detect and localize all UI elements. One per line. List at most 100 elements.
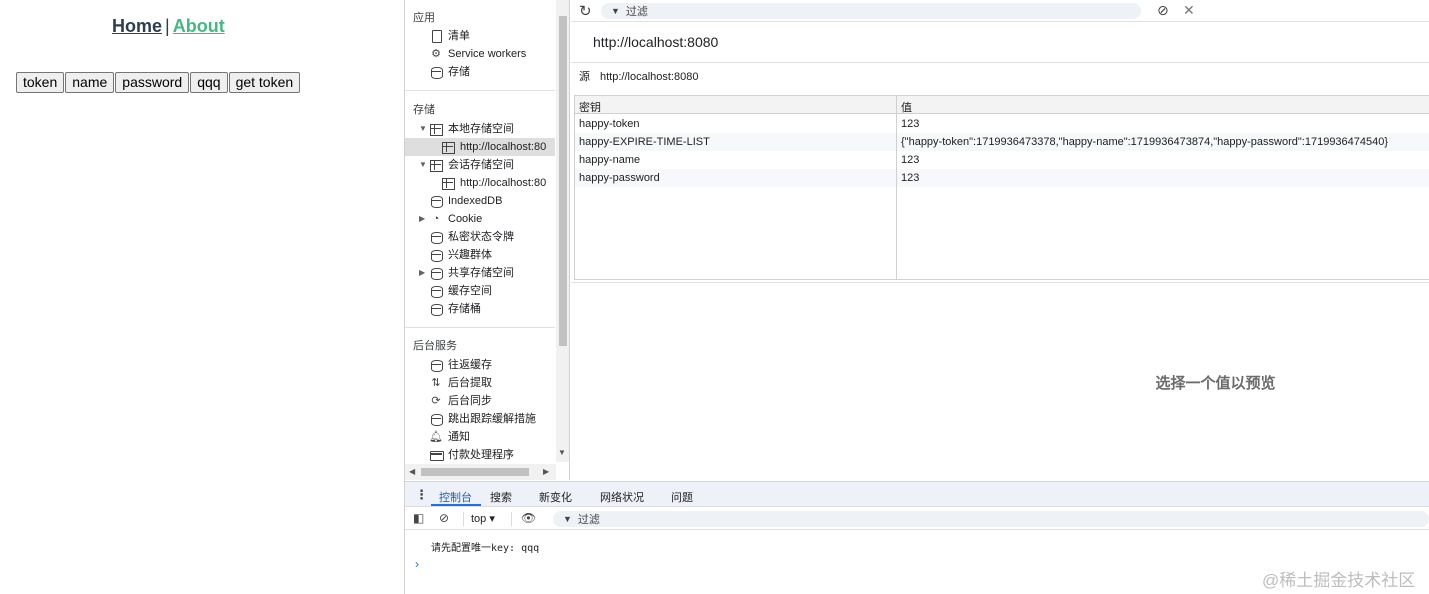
sidebar-item-local-origin[interactable]: http://localhost:80 [405,138,555,156]
tab-network-conditions[interactable]: 网络状况 [600,489,644,505]
table-icon [429,122,443,136]
console-log-message: 请先配置唯一key: qqq [431,543,540,554]
filter-placeholder: 过滤 [625,6,648,18]
bell-icon: 🔔︎ [429,431,443,443]
tab-search[interactable]: 搜索 [490,489,512,505]
eye-icon[interactable]: 👁︎ [521,511,536,525]
sidebar-item-label: 后台提取 [448,377,492,389]
column-header-value[interactable]: 值 [901,99,912,115]
nav-link-about[interactable]: About [173,16,225,36]
expand-down-icon[interactable]: ▼ [419,160,427,169]
database-icon [429,230,443,244]
sidebar-item-notifications[interactable]: 🔔︎ 通知 [429,428,470,446]
scroll-right-arrow-icon[interactable]: ▶ [543,467,549,476]
table-row[interactable]: happy-token 123 [575,115,1429,133]
password-button[interactable]: password [115,72,190,93]
top-nav: Home | About [112,16,225,37]
sidebar-item-service-workers[interactable]: ⚙ Service workers [429,45,526,63]
database-icon [429,266,443,280]
console-prompt[interactable]: › [415,557,419,571]
sidebar-item-payment-handler[interactable]: 付款处理程序 [429,446,514,464]
sidebar-item-background-sync[interactable]: ⟳ 后台同步 [429,392,492,410]
row-value: 123 [901,172,920,184]
table-row[interactable]: happy-name 123 [575,151,1429,169]
sidebar-horizontal-scrollbar[interactable]: ◀ ▶ [405,464,556,480]
origin-label: 源 [579,71,590,83]
active-tab-indicator [431,504,481,506]
sidebar-item-background-fetch[interactable]: ⇅ 后台提取 [429,374,492,392]
database-icon [429,358,443,372]
sidebar-item-label: 清单 [448,30,470,42]
sidebar-item-storage[interactable]: 存储 [429,63,470,81]
sync-icon: ⟳ [431,395,441,407]
filter-input[interactable]: ▼ 过滤 [601,3,1141,19]
context-selector[interactable]: top ▾ [471,512,495,525]
sidebar-item-label: Cookie [448,213,483,225]
expand-down-icon[interactable]: ▼ [419,124,427,133]
tab-console[interactable]: 控制台 [439,489,472,505]
sidebar-item-label: 缓存空间 [448,285,492,297]
sidebar-item-label: 往返缓存 [448,359,492,371]
scroll-left-arrow-icon[interactable]: ◀ [409,467,415,476]
table-row[interactable]: happy-EXPIRE-TIME-LIST {"happy-token":17… [575,133,1429,151]
sidebar-item-session-storage[interactable]: 会话存储空间 [429,156,514,174]
table-icon [441,140,455,154]
sidebar-item-storage-buckets[interactable]: 存储桶 [429,300,481,318]
sidebar-item-cache-storage[interactable]: 缓存空间 [429,282,492,300]
drawer-tab-bar: ⋮ 控制台 搜索 新变化 网络状况 问题 [405,482,1429,507]
divider [571,282,1429,283]
table-row[interactable]: happy-password 123 [575,169,1429,187]
more-options-icon[interactable]: ⋮ [415,487,428,503]
sidebar-item-back-forward-cache[interactable]: 往返缓存 [429,356,492,374]
console-filter-input[interactable]: ▼ 过滤 [553,511,1429,527]
row-value: 123 [901,118,920,130]
sidebar-item-manifest[interactable]: 清单 [429,27,470,45]
sidebar-item-label: IndexedDB [448,195,503,207]
tab-changes[interactable]: 新变化 [539,489,572,505]
filter-icon: ▼ [611,6,620,16]
scrollbar-thumb[interactable] [421,468,529,476]
get-token-button[interactable]: get token [228,72,301,93]
row-value: 123 [901,154,920,166]
application-sidebar: 应用 清单 ⚙ Service workers 存储 存储 ▼ 本地存储空间 ht… [405,0,570,480]
sidebar-item-label: 后台同步 [448,395,492,407]
database-icon [429,194,443,208]
name-button[interactable]: name [65,72,115,93]
scrollbar-thumb[interactable] [559,16,567,346]
column-header-key[interactable]: 密钥 [579,99,601,115]
expand-right-icon[interactable]: ▶ [419,214,425,223]
clear-all-icon[interactable]: ⊘ [1157,2,1169,19]
scroll-down-arrow-icon[interactable]: ▼ [558,448,566,457]
sidebar-vertical-scrollbar[interactable]: ▼ [556,0,569,462]
close-icon[interactable]: ✕ [1183,2,1195,19]
refresh-icon[interactable]: ↻ [579,2,592,20]
watermark: @稀土掘金技术社区 [1262,571,1416,590]
token-button[interactable]: token [16,72,65,93]
qqq-button[interactable]: qqq [190,72,228,93]
console-toolbar: ◧ ⊘ top ▾ 👁︎ ▼ 过滤 [405,508,1429,530]
tab-issues[interactable]: 问题 [671,489,693,505]
cookie-icon: ◔ [432,213,440,225]
clear-console-icon[interactable]: ⊘ [439,511,449,525]
app-page: Home | About token name password qqq get t… [0,0,404,594]
sidebar-item-label: 付款处理程序 [448,449,514,461]
key-value-table: 密钥 值 happy-token 123 happy-EXPIRE-TIME-L… [574,95,1429,280]
database-icon [429,248,443,262]
sidebar-item-shared-storage[interactable]: 共享存储空间 [429,264,514,282]
sidebar-item-bounce-tracking[interactable]: 跳出跟踪缓解措施 [429,410,536,428]
sidebar-item-indexeddb[interactable]: IndexedDB [429,192,502,210]
sidebar-item-session-origin[interactable]: http://localhost:80 [441,174,546,192]
context-value: top [471,513,487,525]
sidebar-item-cookie[interactable]: ◔ Cookie [429,210,483,228]
sidebar-toggle-icon[interactable]: ◧ [413,511,424,525]
sidebar-item-local-storage[interactable]: 本地存储空间 [429,120,514,138]
expand-right-icon[interactable]: ▶ [419,268,425,277]
row-value: {"happy-token":1719936473378,"happy-name… [901,136,1389,148]
database-icon [429,302,443,316]
row-key: happy-password [579,172,660,184]
column-divider[interactable] [896,96,897,279]
sidebar-item-interest-groups[interactable]: 兴趣群体 [429,246,492,264]
sidebar-item-private-state-tokens[interactable]: 私密状态令牌 [429,228,514,246]
filter-placeholder: 过滤 [577,514,600,526]
nav-link-home[interactable]: Home [112,16,162,36]
